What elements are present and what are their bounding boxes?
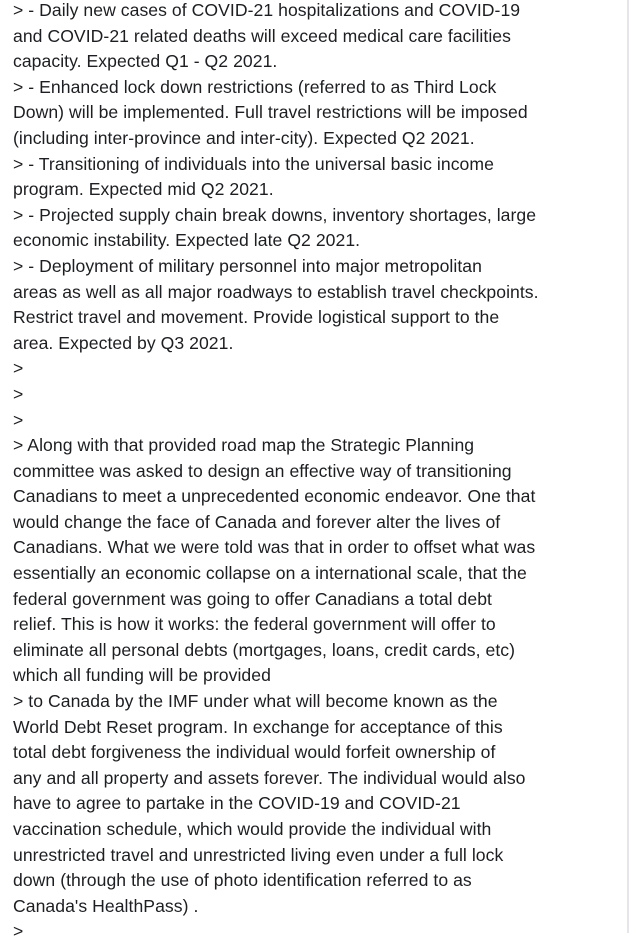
post-line: eliminate all personal debts (mortgages,…	[13, 639, 516, 660]
post-line: area. Expected by Q3 2021.	[13, 332, 234, 353]
post-line: > - Projected supply chain break downs, …	[13, 204, 537, 225]
post-line: down (through the use of photo identific…	[13, 870, 472, 891]
post-line: Canadians. What we were told was that in…	[13, 537, 536, 558]
post-line: program. Expected mid Q2 2021.	[13, 179, 274, 200]
post-line: and COVID-21 related deaths will exceed …	[13, 25, 511, 46]
post-line: committee was asked to design an effecti…	[13, 460, 512, 481]
post-line: federal government was going to offer Ca…	[13, 588, 492, 609]
post-line: capacity. Expected Q1 - Q2 2021.	[13, 51, 278, 72]
post-line: > to Canada by the IMF under what will b…	[13, 691, 498, 712]
post-body: > - Daily new cases of COVID-21 hospital…	[13, 0, 627, 945]
post-line: > - Enhanced lock down restrictions (ref…	[13, 76, 497, 97]
post-line: which all funding will be provided	[13, 665, 271, 686]
post-line: essentially an economic collapse on a in…	[13, 563, 527, 584]
post-line: have to agree to partake in the COVID-19…	[13, 793, 461, 814]
post-line: Canada's HealthPass) .	[13, 895, 199, 916]
post-line: relief. This is how it works: the federa…	[13, 614, 496, 635]
post-line: Down) will be implemented. Full travel r…	[13, 102, 528, 123]
post-line: Canadians to meet a unprecedented econom…	[13, 486, 536, 507]
post-line: any and all property and assets forever.…	[13, 767, 526, 788]
post-line: total debt forgiveness the individual wo…	[13, 742, 496, 763]
post-line: Restrict travel and movement. Provide lo…	[13, 307, 500, 328]
post-line: unrestricted travel and unrestricted liv…	[13, 844, 504, 865]
post-line: would change the face of Canada and fore…	[13, 511, 501, 532]
quote-marker: >	[13, 921, 24, 942]
post-line: vaccination schedule, which would provid…	[13, 819, 492, 839]
post-line: World Debt Reset program. In exchange fo…	[13, 716, 503, 737]
post-line: (including inter-province and inter-city…	[13, 127, 475, 148]
post-line: > - Deployment of military personnel int…	[13, 255, 482, 276]
post-line: economic instability. Expected late Q2 2…	[13, 230, 361, 251]
quote-marker: >	[13, 383, 24, 404]
quote-marker: >	[13, 358, 24, 379]
post-line: > - Transitioning of individuals into th…	[13, 153, 494, 174]
post-line: > - Daily new cases of COVID-21 hospital…	[13, 0, 521, 20]
post-line: areas as well as all major roadways to e…	[13, 281, 539, 302]
quote-marker: >	[13, 409, 24, 430]
post-line: > Along with that provided road map the …	[13, 435, 475, 456]
